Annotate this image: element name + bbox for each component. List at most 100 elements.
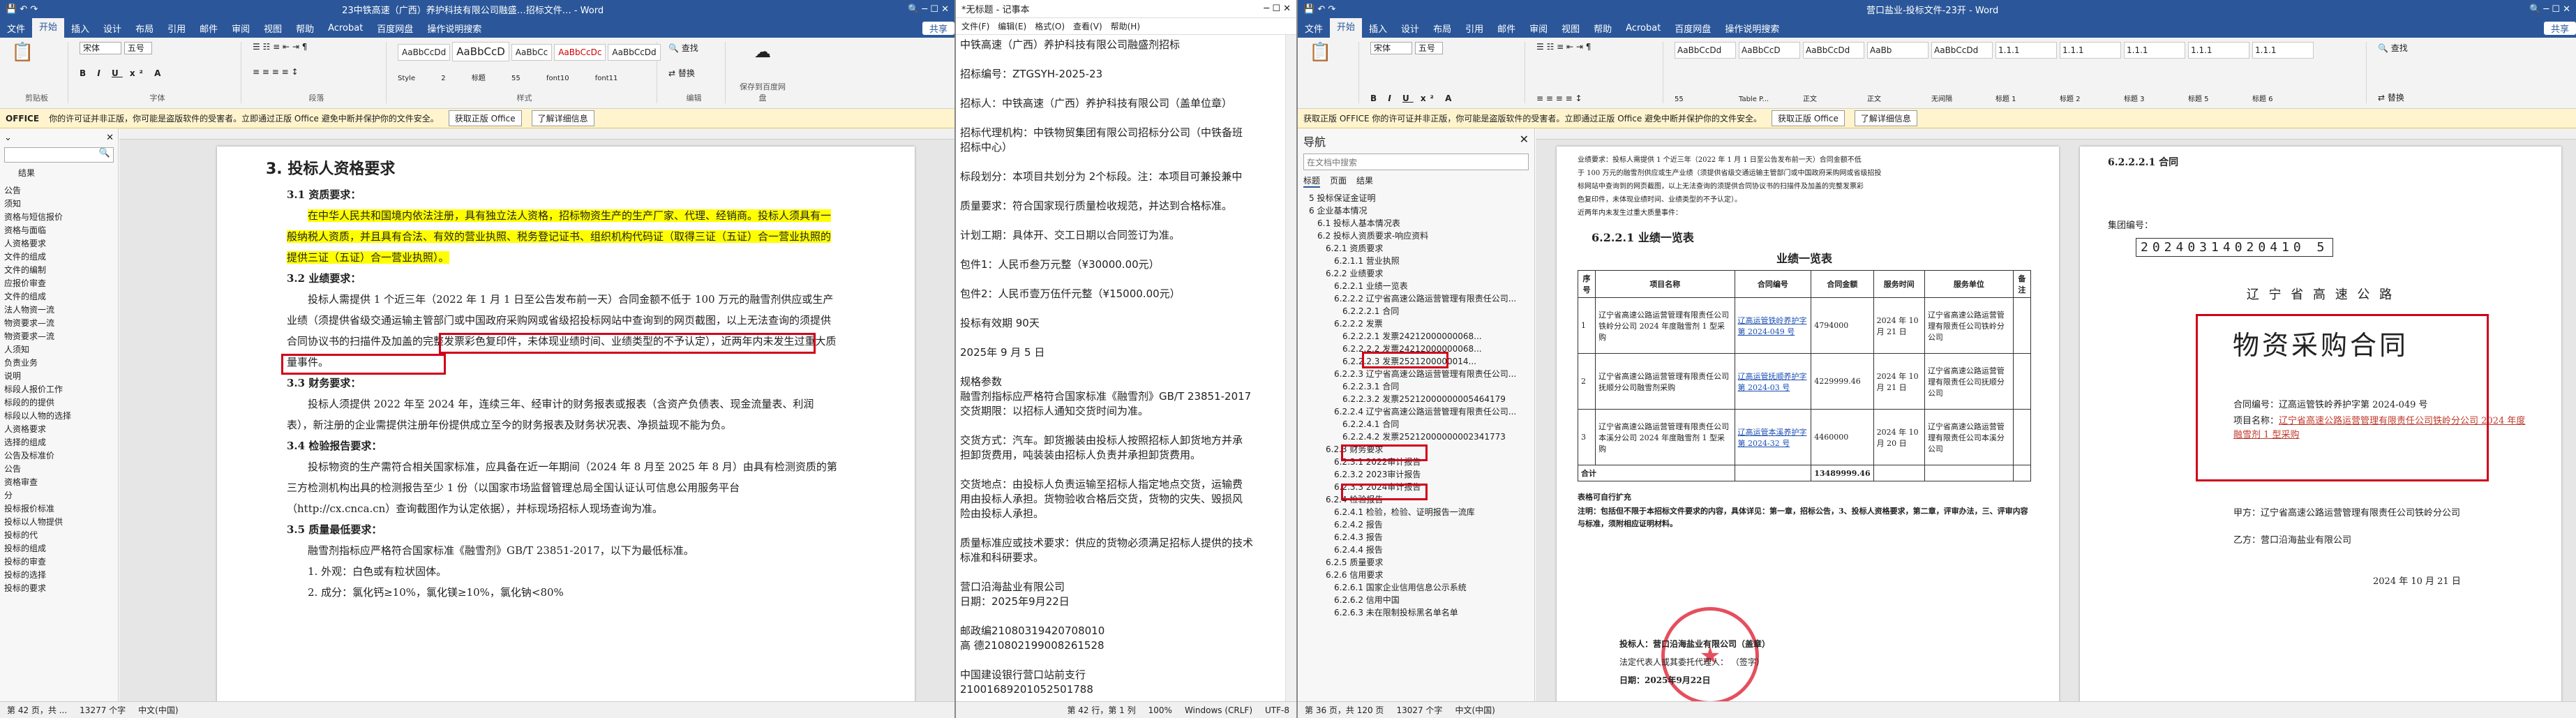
style-gallery-item[interactable]: AaBbCc [511,44,553,61]
tab-layout[interactable]: 布局 [1426,22,1458,35]
nav-item[interactable]: 人资格要求 [4,423,114,436]
nav-item[interactable]: 6.2.6.3 未在限制投标黑名单名单 [1303,606,1529,619]
nav-item[interactable]: 投标的选择 [4,569,114,582]
get-office-button[interactable]: 获取正版 Office [448,110,522,126]
tab-home[interactable]: 开始 [32,18,65,38]
share-button[interactable]: 共享 [922,21,954,35]
window-controls[interactable]: 🔍 ─ ☐ ✕ [908,4,949,15]
nav-item[interactable]: 6.2.2.4 辽宁省高速公路运营管理有限责任公司... [1303,405,1529,418]
window-controls[interactable]: 🔍 ─ ☐ ✕ [2529,4,2570,15]
font-format-buttons[interactable]: B I U x² A [80,68,235,78]
font-name-select[interactable]: 宋体 [1370,42,1413,54]
close-icon[interactable]: ✕ [106,133,114,143]
chevron-down-icon[interactable]: ⌄ [4,133,12,143]
nav-item[interactable]: 6.2.1 资质要求 [1303,242,1529,255]
style-gallery-item[interactable]: AaBbCcDd [1931,42,1993,59]
tell-me-search[interactable]: 操作说明搜索 [420,22,488,35]
baidu-save-icon[interactable]: ☁ [737,42,788,61]
paste-icon[interactable]: 📋 [11,42,62,63]
tab-view[interactable]: 视图 [1555,22,1587,35]
menu-view[interactable]: 查看(V) [1073,20,1102,32]
nav-item[interactable]: 公告及标准价 [4,449,114,463]
align-buttons[interactable]: ≡ ≡ ≡ ≡ ↕ [253,67,380,77]
notepad-text-area[interactable]: 中铁高速（广西）养护科技有限公司融盛剂招标 招标编号：ZTGSYH-2025-23… [956,35,1287,701]
find-icon[interactable]: 🔍 查找 [2378,42,2429,54]
style-gallery-item[interactable]: AaBbCcDd [398,44,451,61]
tell-me-search[interactable]: 操作说明搜索 [1718,22,1786,35]
tab-design[interactable]: 设计 [96,22,128,35]
close-icon[interactable]: ✕ [1520,133,1529,149]
nav-item[interactable]: 6.2.2.3.1 合同 [1303,380,1529,393]
nav-item[interactable]: 标段以人物的选择 [4,410,114,423]
style-gallery-item[interactable]: AaBbCcDd [1675,42,1736,59]
style-gallery-item[interactable]: AaBbCcDd [608,44,661,61]
style-gallery-item[interactable]: AaBbCcD [452,42,509,61]
nav-item[interactable]: 6 企业基本情况 [1303,204,1529,217]
nav-item[interactable]: 投标的审查 [4,555,114,569]
nav-item[interactable]: 物资要求—流 [4,330,114,343]
nav-item[interactable]: 6.2.4.3 报告 [1303,531,1529,544]
nav-item[interactable]: 6.2.2.2.1 发票24212000000068... [1303,330,1529,343]
nav-item[interactable]: 6.2.6.2 信用中国 [1303,594,1529,606]
font-size-select[interactable]: 五号 [123,42,152,54]
nav-item[interactable]: 6.2.3.2 2023审计报告 [1303,468,1529,481]
style-gallery-item[interactable]: 1.1.1 [2252,42,2314,59]
nav-item[interactable]: 6.2.4.2 报告 [1303,518,1529,531]
tab-home[interactable]: 开始 [1330,18,1363,38]
style-gallery-item[interactable]: AaBb [1867,42,1929,59]
nav-item[interactable]: 人须知 [4,343,114,357]
nav-search-box[interactable]: 🔍 [4,147,114,163]
style-gallery-item[interactable]: 1.1.1 [2060,42,2121,59]
tab-mailings[interactable]: 邮件 [193,22,225,35]
list-buttons[interactable]: ☰ ☷ ≡ ⇤ ⇥ ¶ [1536,42,1657,52]
nav-item[interactable]: 标段的的提供 [4,396,114,410]
nav-item[interactable]: 选择的组成 [4,436,114,449]
window-controls[interactable]: ─ ☐ ✕ [1264,3,1291,14]
style-gallery-item[interactable]: 1.1.1 [2124,42,2185,59]
nav-item[interactable]: 投标的代 [4,529,114,542]
nav-item[interactable]: 6.2.4.1 检验，检验、证明报告一流库 [1303,506,1529,518]
nav-item[interactable]: 负责业务 [4,357,114,370]
tab-review[interactable]: 审阅 [225,22,257,35]
learn-more-button[interactable]: 了解详细信息 [531,110,594,126]
nav-item[interactable]: 法人物资一流 [4,304,114,317]
autosave-icon[interactable]: 💾 ↶ ↷ [1303,4,1335,15]
menu-help[interactable]: 帮助(H) [1111,20,1140,32]
nav-item[interactable]: 6.2.2 业绩要求 [1303,267,1529,280]
nav-item[interactable]: 6.2.2.2.1 合同 [1303,305,1529,317]
align-buttons[interactable]: ≡ ≡ ≡ ≡ ↕ [1536,94,1657,103]
nav-item[interactable]: 应报价审查 [4,277,114,290]
nav-item[interactable]: 6.2 投标人资质要求-响应资料 [1303,230,1529,242]
tab-file[interactable]: 文件 [0,22,32,35]
nav-item[interactable]: 6.2.1.1 营业执照 [1303,255,1529,267]
nav-item[interactable]: 文件的编制 [4,264,114,277]
nav-item[interactable]: 物资要求—流 [4,317,114,330]
menu-format[interactable]: 格式(O) [1035,20,1065,32]
tab-view[interactable]: 视图 [257,22,289,35]
nav-item[interactable]: 投标以人物提供 [4,516,114,529]
tab-help[interactable]: 帮助 [289,22,321,35]
nav-item[interactable]: 资格审查 [4,476,114,489]
nav-item[interactable]: 6.2.2.2 辽宁省高速公路运营管理有限责任公司... [1303,292,1529,305]
nav-item[interactable]: 人资格要求 [4,237,114,250]
tab-baidu[interactable]: 百度网盘 [370,22,420,35]
find-icon[interactable]: 🔍 查找 [668,42,719,54]
nav-item[interactable]: 6.2.2.1 业绩一览表 [1303,280,1529,292]
nav-item[interactable]: 标段人报价工作 [4,383,114,396]
style-gallery-item[interactable]: AaBbCcD [1739,42,1800,59]
nav-item[interactable]: 5 投标保证金证明 [1303,192,1529,204]
tab-baidu[interactable]: 百度网盘 [1668,22,1718,35]
style-gallery-item[interactable]: AaBbCcDc [554,44,606,61]
notepad-scrollbar[interactable] [1285,35,1296,701]
tab-design[interactable]: 设计 [1394,22,1426,35]
list-buttons[interactable]: ☰ ☷ ≡ ⇤ ⇥ ¶ [253,42,380,52]
tab-help[interactable]: 帮助 [1587,22,1619,35]
nav-item[interactable]: 须知 [4,197,114,211]
nav-item[interactable]: 文件的组成 [4,250,114,264]
nav-tab-pages[interactable]: 页面 [1330,174,1347,188]
nav-item[interactable]: 文件的组成 [4,290,114,304]
tab-file[interactable]: 文件 [1298,22,1330,35]
font-format-buttons[interactable]: B I U x² A [1370,94,1519,103]
nav-item[interactable]: 分 [4,489,114,502]
get-office-button[interactable]: 获取正版 Office [1772,110,1845,126]
